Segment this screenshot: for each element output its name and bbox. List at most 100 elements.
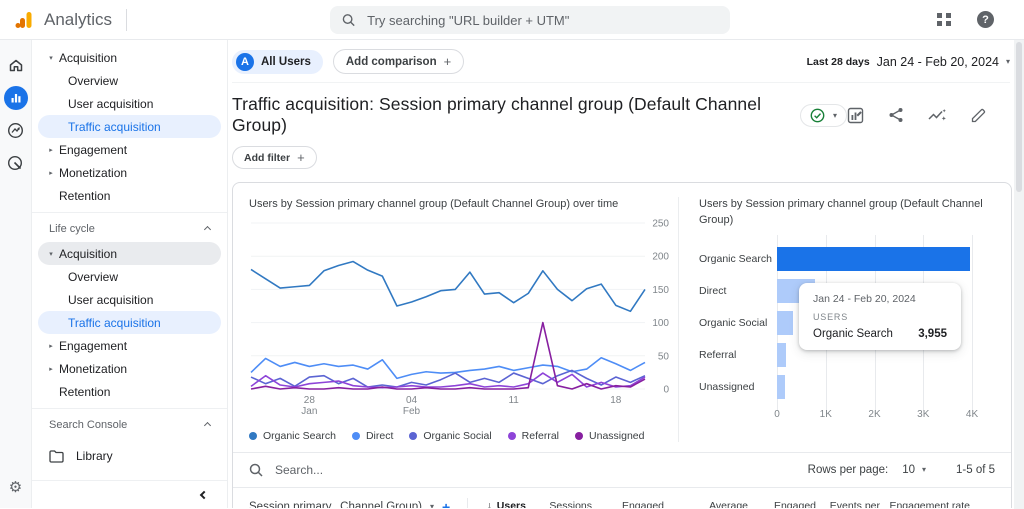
chevron-down-icon: ▾ xyxy=(46,250,56,258)
line-chart[interactable]: 05010015020025028Jan04Feb1118 xyxy=(249,213,673,421)
sidebar-item-monetization[interactable]: ▸Monetization xyxy=(38,161,221,184)
sidebar-item-label: Traffic acquisition xyxy=(68,120,161,134)
pagination-range: 1-5 of 5 xyxy=(956,464,995,476)
data-quality-badge[interactable]: ▾ xyxy=(800,104,847,127)
sidebar-item-acquisition[interactable]: ▾Acquisition xyxy=(38,46,221,69)
collapse-sidebar-icon[interactable] xyxy=(200,491,208,499)
column-header-engaged-sessions-per-user[interactable]: Engaged sessions per user xyxy=(752,498,820,508)
insights-icon[interactable] xyxy=(928,108,947,123)
sidebar-item-retention[interactable]: Retention xyxy=(38,380,221,403)
sidebar-item-engagement[interactable]: ▸Engagement xyxy=(38,334,221,357)
column-header-average-engagement-time-per-session[interactable]: Average engagement time per session xyxy=(668,498,752,508)
chevron-down-icon: ▾ xyxy=(922,465,926,474)
report-actions xyxy=(847,107,986,124)
svg-text:18: 18 xyxy=(610,395,622,406)
sidebar-item-label: Monetization xyxy=(59,166,127,180)
all-users-chip[interactable]: A All Users xyxy=(232,50,323,74)
bar-organic-social[interactable] xyxy=(777,311,793,335)
bar-axis-label: 2K xyxy=(868,409,880,420)
column-header-label: Users xyxy=(497,500,526,508)
main-content: A All Users Add comparison + Last 28 day… xyxy=(228,40,1024,508)
date-range-preset: Last 28 days xyxy=(807,56,870,68)
advertising-icon[interactable] xyxy=(0,147,31,180)
global-search-input[interactable] xyxy=(365,12,718,29)
sidebar-item-user-acquisition[interactable]: User acquisition xyxy=(38,288,221,311)
table-search-input[interactable] xyxy=(273,462,493,478)
column-header-events-per-session[interactable]: Events per session xyxy=(820,498,884,508)
legend-label: Referral xyxy=(522,430,559,442)
tooltip-value: 3,955 xyxy=(918,328,947,340)
column-header-engagement-rate[interactable]: Engagement rate xyxy=(884,498,974,508)
bar-track xyxy=(777,375,999,399)
reports-icon-active[interactable] xyxy=(0,81,31,114)
sidebar-item-acquisition[interactable]: ▾Acquisition xyxy=(38,242,221,265)
sidebar-item-retention[interactable]: Retention xyxy=(38,184,221,207)
sidebar-item-traffic-acquisition[interactable]: Traffic acquisition xyxy=(38,311,221,334)
column-header-users[interactable]: ↓ Users xyxy=(472,498,530,508)
sidebar-item-label: Retention xyxy=(59,189,110,203)
plus-icon: + xyxy=(444,54,452,69)
bar-category-label: Organic Search xyxy=(699,253,777,265)
home-icon[interactable] xyxy=(0,48,31,81)
sidebar-item-label: Overview xyxy=(68,270,118,284)
help-icon[interactable]: ? xyxy=(977,11,994,28)
add-filter-label: Add filter xyxy=(244,152,290,164)
dimension-header[interactable]: Session primary...Channel Group) ▾ + xyxy=(249,498,467,508)
column-header-engaged-sessions[interactable]: Engaged sessions xyxy=(596,498,668,508)
legend-item-direct: Direct xyxy=(352,430,393,442)
chevron-right-icon: ▸ xyxy=(46,169,56,177)
analytics-logo-icon xyxy=(14,10,34,30)
add-filter-button[interactable]: Add filter + xyxy=(232,146,317,169)
sidebar-item-traffic-acquisition[interactable]: Traffic acquisition xyxy=(38,115,221,138)
sidebar-section-life-cycle[interactable]: Life cycle xyxy=(32,216,227,242)
logo-divider xyxy=(126,9,127,31)
bar-chart[interactable]: Organic SearchDirectOrganic SocialReferr… xyxy=(699,243,999,425)
comparison-bar: A All Users Add comparison + Last 28 day… xyxy=(232,49,1010,74)
scrollbar-thumb[interactable] xyxy=(1016,42,1022,192)
svg-text:50: 50 xyxy=(658,351,670,362)
add-dimension-button[interactable]: + xyxy=(442,499,450,508)
sidebar-item-overview[interactable]: Overview xyxy=(38,265,221,288)
svg-text:150: 150 xyxy=(652,285,669,296)
column-header-label: Engaged sessions per user xyxy=(757,500,816,508)
sidebar-item-label: Engagement xyxy=(59,143,127,157)
analytics-logo[interactable]: Analytics xyxy=(0,10,112,30)
folder-icon xyxy=(49,450,64,463)
share-icon[interactable] xyxy=(888,107,904,123)
sidebar-item-user-acquisition[interactable]: User acquisition xyxy=(38,92,221,115)
bar-category-label: Organic Social xyxy=(699,317,777,329)
plus-icon: + xyxy=(297,150,305,165)
add-comparison-button[interactable]: Add comparison + xyxy=(333,49,464,74)
app-name: Analytics xyxy=(44,10,112,30)
column-header-sessions[interactable]: Sessions xyxy=(530,498,596,508)
bar-referral[interactable] xyxy=(777,343,786,367)
date-range-picker[interactable]: Last 28 days Jan 24 - Feb 20, 2024 ▾ xyxy=(807,55,1010,69)
rows-per-page-select[interactable]: 10 ▾ xyxy=(902,464,926,476)
bar-chart-title: Users by Session primary channel group (… xyxy=(699,197,999,229)
bar-unassigned[interactable] xyxy=(777,375,785,399)
rows-per-page-value: 10 xyxy=(902,464,915,476)
apps-grid-icon[interactable] xyxy=(937,13,951,27)
sidebar-item-engagement[interactable]: ▸Engagement xyxy=(38,138,221,161)
audience-label: All Users xyxy=(261,56,311,68)
legend-label: Direct xyxy=(366,430,393,442)
settings-gear-icon[interactable]: ⚙ xyxy=(9,478,22,496)
edit-pencil-icon[interactable] xyxy=(971,108,986,123)
page-scrollbar[interactable] xyxy=(1014,40,1024,509)
table-search[interactable] xyxy=(249,462,808,478)
header-divider xyxy=(232,82,1010,83)
legend-label: Organic Search xyxy=(263,430,336,442)
explore-icon[interactable] xyxy=(0,114,31,147)
sidebar-sections: ▾AcquisitionOverviewUser acquisitionTraf… xyxy=(32,46,227,438)
sidebar-section-search-console[interactable]: Search Console xyxy=(32,412,227,438)
bar-organic-search[interactable] xyxy=(777,247,970,271)
sidebar-item-monetization[interactable]: ▸Monetization xyxy=(38,357,221,380)
sidebar-item-library[interactable]: Library xyxy=(32,442,227,470)
report-card: Users by Session primary channel group (… xyxy=(232,182,1012,508)
chevron-down-icon: ▾ xyxy=(833,111,837,120)
sidebar-item-overview[interactable]: Overview xyxy=(38,69,221,92)
customize-report-icon[interactable] xyxy=(847,107,864,124)
sidebar-item-label: Overview xyxy=(68,74,118,88)
global-search[interactable] xyxy=(330,6,730,34)
chevron-right-icon: ▸ xyxy=(46,146,56,154)
